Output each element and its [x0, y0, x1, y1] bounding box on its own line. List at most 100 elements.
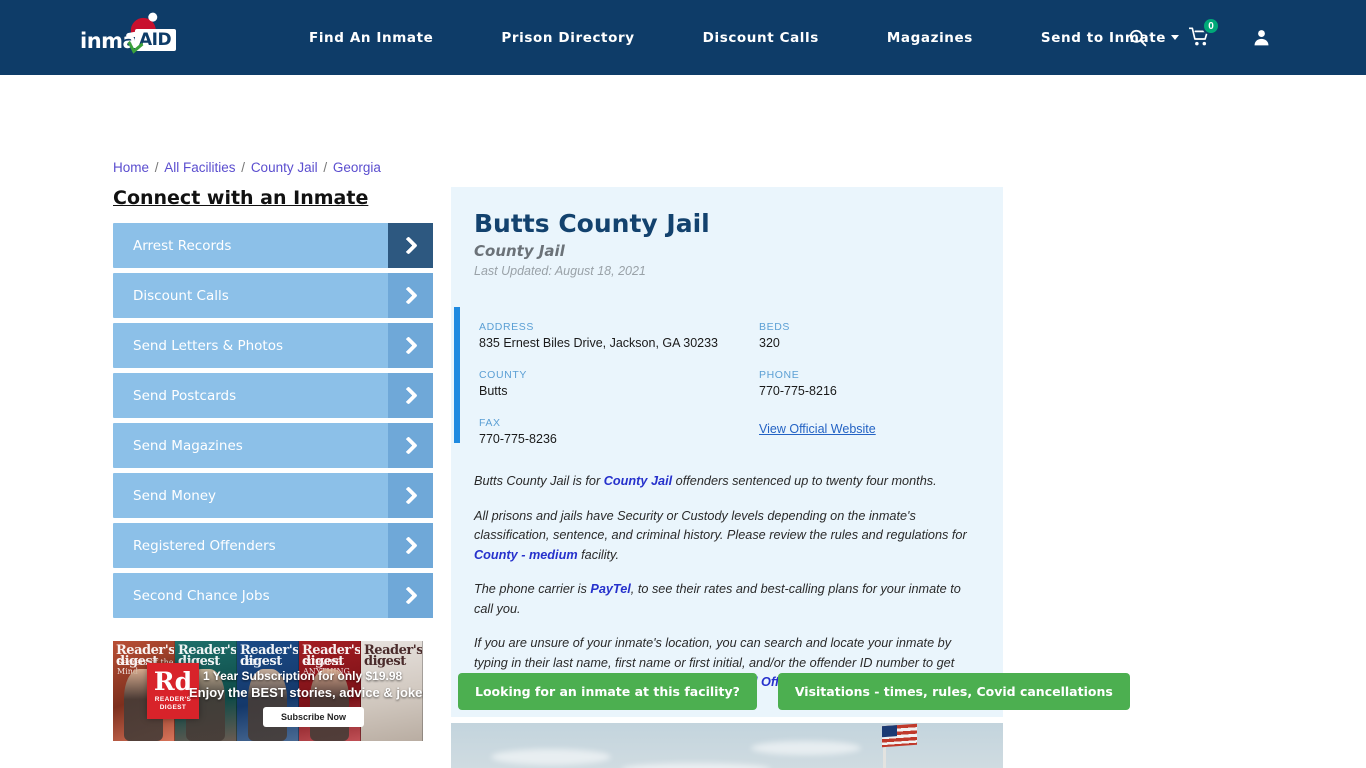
info-field-phone: PHONE 770-775-8216 — [759, 369, 1003, 398]
account-button[interactable] — [1230, 0, 1292, 75]
ad-cover-subtitle: LEE — [241, 658, 258, 667]
user-account-icon — [1254, 30, 1268, 46]
paragraph-3-text-a: The phone carrier is — [474, 582, 591, 596]
site-logo[interactable]: inmate AID — [80, 15, 185, 55]
paragraph-1-text-a: Butts County Jail is for — [474, 474, 604, 488]
paragraph-3: The phone carrier is PayTel, to see thei… — [474, 580, 977, 619]
accent-bar — [454, 307, 460, 443]
cloud-shape — [491, 749, 611, 765]
site-header: inmate AID Find An Inmate Prison Directo… — [0, 0, 1366, 75]
sidebar-item-arrest-records[interactable]: Arrest Records — [113, 223, 433, 268]
search-button[interactable] — [1106, 0, 1168, 75]
nav-label: Discount Calls — [702, 29, 819, 46]
info-field-address: ADDRESS 835 Ernest Biles Drive, Jackson,… — [479, 321, 759, 350]
nav-item-discount-calls[interactable]: Discount Calls — [669, 30, 853, 46]
cta-button-row: Looking for an inmate at this facility? … — [458, 673, 1130, 710]
sidebar-item-registered-offenders[interactable]: Registered Offenders — [113, 523, 433, 568]
paragraph-1: Butts County Jail is for County Jail off… — [474, 472, 977, 492]
chevron-right-icon — [388, 423, 433, 468]
facility-exterior-photo: BUTTS COUNTYSHERIFFDETENTION — [451, 723, 1003, 768]
ad-headline: 1 Year Subscription for only $19.98 — [203, 669, 403, 683]
breadcrumb-item-all-facilities[interactable]: All Facilities — [164, 160, 235, 175]
cart-button[interactable]: 0 — [1168, 0, 1230, 75]
sidebar-item-discount-calls[interactable]: Discount Calls — [113, 273, 433, 318]
sidebar-item-second-chance-jobs[interactable]: Second Chance Jobs — [113, 573, 433, 618]
info-label: PHONE — [759, 369, 800, 381]
cloud-shape — [621, 763, 771, 768]
nav-label: Magazines — [886, 29, 973, 46]
breadcrumb-separator: / — [151, 160, 163, 175]
info-label: ADDRESS — [479, 321, 534, 333]
nav-label: Find An Inmate — [309, 29, 434, 46]
chevron-right-icon — [388, 473, 433, 518]
info-value: 770-775-8216 — [759, 384, 837, 398]
ad-subheadline: Enjoy the BEST stories, advice & jokes! — [189, 685, 423, 700]
link-county-medium[interactable]: County - medium — [474, 548, 578, 562]
info-field-official-website: View Official Website — [759, 417, 1003, 446]
paragraph-2-text-a: All prisons and jails have Security or C… — [474, 508, 967, 543]
facility-info-grid: ADDRESS 835 Ernest Biles Drive, Jackson,… — [479, 321, 1003, 446]
page-title: Butts County Jail — [474, 209, 710, 238]
chevron-right-icon — [388, 273, 433, 318]
facility-panel: Butts County Jail County Jail Last Updat… — [451, 187, 1003, 717]
header-icon-group: 0 — [1106, 0, 1292, 75]
nav-item-magazines[interactable]: Magazines — [853, 30, 1007, 46]
paragraph-2: All prisons and jails have Security or C… — [474, 507, 977, 566]
breadcrumb-item-georgia[interactable]: Georgia — [333, 160, 381, 175]
link-paytel[interactable]: PayTel — [590, 582, 630, 596]
info-label: COUNTY — [479, 369, 527, 381]
breadcrumb-item-county-jail[interactable]: County Jail — [251, 160, 318, 175]
sidebar-title: Connect with an Inmate — [113, 187, 369, 209]
sidebar-item-send-money[interactable]: Send Money — [113, 473, 433, 518]
logo-word-aid: AID — [135, 28, 177, 51]
cloud-shape — [751, 741, 861, 755]
last-updated-text: Last Updated: August 18, 2021 — [474, 264, 646, 278]
facility-type: County Jail — [474, 242, 565, 260]
ad-subscribe-button[interactable]: Subscribe Now — [263, 707, 365, 727]
nav-item-find-an-inmate[interactable]: Find An Inmate — [275, 30, 467, 46]
breadcrumb-item-home[interactable]: Home — [113, 160, 149, 175]
sidebar-item-label: Send Letters & Photos — [133, 337, 284, 354]
sidebar-item-label: Second Chance Jobs — [133, 587, 270, 604]
chevron-right-icon — [388, 523, 433, 568]
info-field-county: COUNTY Butts — [479, 369, 759, 398]
chevron-right-icon — [388, 323, 433, 368]
link-county-jail[interactable]: County Jail — [604, 474, 672, 488]
rd-monogram: Rd — [153, 667, 193, 696]
sidebar-item-label: Registered Offenders — [133, 537, 276, 554]
sidebar-item-label: Discount Calls — [133, 287, 229, 304]
breadcrumb-separator: / — [319, 160, 331, 175]
sidebar-item-label: Arrest Records — [133, 237, 232, 254]
ad-cover-title: Reader's digest — [364, 643, 423, 669]
info-value: 835 Ernest Biles Drive, Jackson, GA 3023… — [479, 336, 719, 350]
facility-header: Butts County Jail County Jail Last Updat… — [451, 187, 1003, 278]
sidebar-item-send-letters-photos[interactable]: Send Letters & Photos — [113, 323, 433, 368]
info-value: 770-775-8236 — [479, 432, 557, 446]
nav-item-prison-directory[interactable]: Prison Directory — [467, 30, 668, 46]
info-value: 320 — [759, 336, 780, 350]
info-field-fax: FAX 770-775-8236 — [479, 417, 759, 446]
sidebar-item-label: Send Magazines — [133, 437, 243, 454]
nav-label: Prison Directory — [501, 29, 635, 46]
info-label: BEDS — [759, 321, 790, 333]
facility-info-block: ADDRESS 835 Ernest Biles Drive, Jackson,… — [451, 307, 1003, 464]
sidebar-item-send-postcards[interactable]: Send Postcards — [113, 373, 433, 418]
paragraph-2-text-b: facility. — [577, 547, 619, 562]
main-navigation: Find An Inmate Prison Directory Discount… — [275, 30, 1213, 46]
chevron-right-icon — [388, 223, 433, 268]
sidebar-item-label: Send Postcards — [133, 387, 237, 404]
american-flag-icon — [882, 723, 917, 748]
visitations-button[interactable]: Visitations - times, rules, Covid cancel… — [777, 673, 1130, 710]
paragraph-1-text-b: offenders sentenced up to twenty four mo… — [672, 474, 937, 488]
cart-count-badge: 0 — [1202, 17, 1220, 35]
sidebar-item-label: Send Money — [133, 487, 217, 504]
readers-digest-ad-banner[interactable]: Reader's digest Secrets of the Mind Read… — [113, 641, 423, 741]
info-label: FAX — [479, 417, 501, 429]
info-value: Butts — [479, 384, 508, 398]
chevron-right-icon — [388, 573, 433, 618]
looking-for-inmate-button[interactable]: Looking for an inmate at this facility? — [458, 673, 757, 710]
breadcrumb: Home / All Facilities / County Jail / Ge… — [113, 160, 381, 175]
search-icon — [1129, 29, 1146, 47]
view-official-website-link[interactable]: View Official Website — [759, 422, 876, 436]
sidebar-item-send-magazines[interactable]: Send Magazines — [113, 423, 433, 468]
